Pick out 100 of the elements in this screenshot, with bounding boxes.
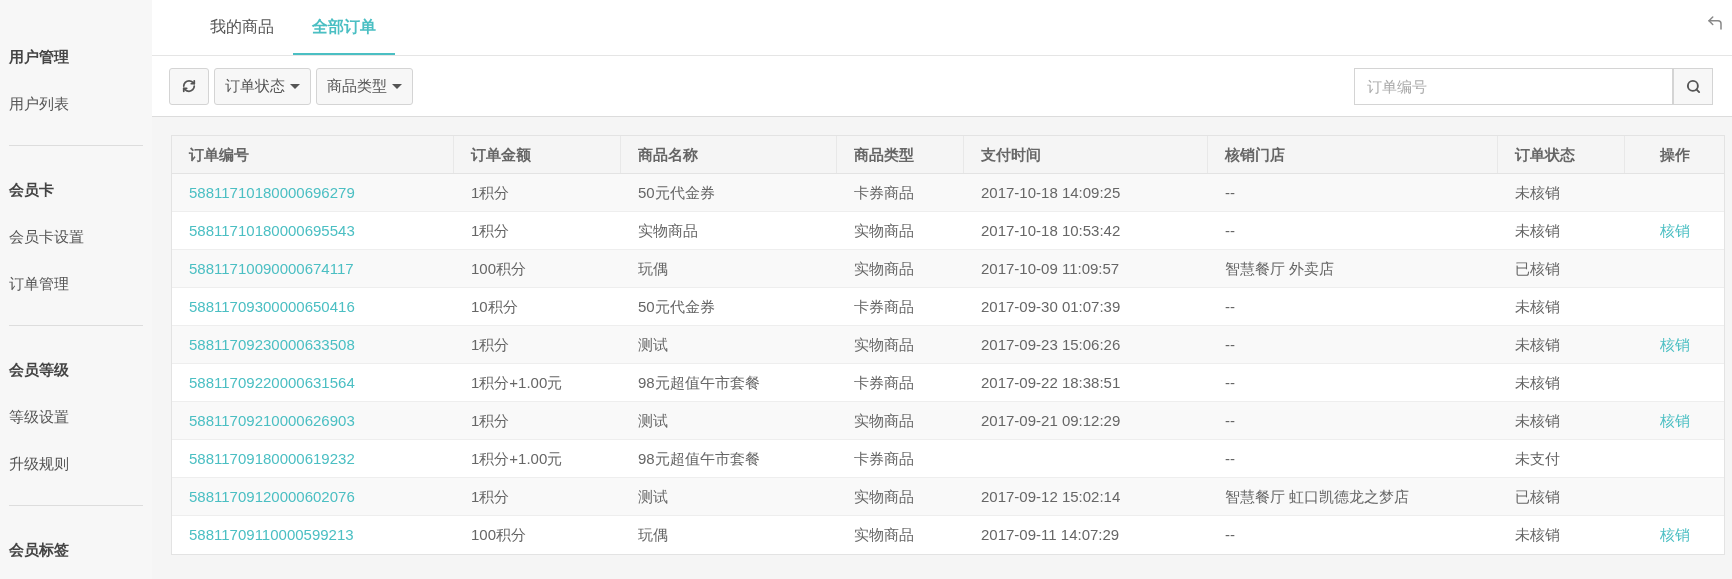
table-cell: 1积分: [471, 336, 510, 353]
table-cell: 实物商品: [854, 526, 914, 543]
tab[interactable]: 我的商品: [191, 0, 293, 55]
order-number-link[interactable]: 58811709110000599213: [189, 526, 354, 543]
table-cell: 10积分: [471, 298, 518, 315]
table-cell: 2017-09-11 14:07:29: [981, 526, 1120, 543]
column-header: 订单编号: [172, 136, 454, 173]
table-cell: 100积分: [471, 260, 527, 277]
table-cell: 实物商品: [854, 412, 914, 429]
table-cell: 1积分+1.00元: [471, 450, 563, 467]
refresh-button[interactable]: [169, 67, 209, 105]
order-number-link[interactable]: 58811710090000674117: [189, 260, 354, 277]
sidebar-heading: 会员卡: [9, 180, 55, 200]
table-cell: --: [1225, 336, 1235, 353]
column-header: 操作: [1659, 145, 1691, 165]
table-cell: 实物商品: [854, 222, 914, 239]
column-header: 核销门店: [1208, 136, 1498, 173]
order-number-link[interactable]: 58811709180000619232: [189, 450, 355, 467]
verify-link[interactable]: 核销: [1660, 336, 1690, 353]
table-cell: 2017-09-23 15:06:26: [981, 336, 1121, 353]
table-cell: 卡券商品: [854, 298, 914, 315]
table-cell: 实物商品: [854, 488, 914, 505]
sidebar-item[interactable]: 等级设置: [9, 393, 143, 440]
filter-dropdown[interactable]: 订单状态: [214, 67, 311, 105]
search-field[interactable]: 订单编号: [1354, 67, 1673, 105]
order-number-link[interactable]: 58811709300000650416: [189, 298, 355, 315]
column-header: 订单金额: [454, 136, 621, 173]
table-cell: 未核销: [1515, 184, 1560, 201]
table-cell: 2017-09-21 09:12:29: [981, 412, 1121, 429]
table-cell: 1积分: [471, 412, 510, 429]
table-cell: 测试: [638, 412, 668, 429]
table-cell: 测试: [638, 336, 668, 353]
sidebar-item[interactable]: 会员卡设置: [9, 213, 143, 260]
caret-icon: [290, 83, 300, 89]
sidebar-item[interactable]: 订单管理: [9, 260, 143, 307]
order-number-link[interactable]: 58811710180000696279: [189, 184, 355, 201]
table-cell: 已核销: [1515, 260, 1560, 277]
verify-link[interactable]: 核销: [1660, 222, 1690, 239]
table-cell: 2017-09-12 15:02:14: [981, 488, 1121, 505]
table-cell: 卡券商品: [854, 374, 914, 391]
table-cell: 实物商品: [854, 260, 914, 277]
table-cell: 2017-09-22 18:38:51: [981, 374, 1121, 391]
table-cell: 50元代金券: [638, 184, 715, 201]
table-cell: 测试: [638, 488, 668, 505]
table-cell: 2017-10-18 14:09:25: [981, 184, 1121, 201]
column-header: 商品类型: [837, 136, 964, 173]
table-cell: --: [1225, 184, 1235, 201]
table-cell: 100积分: [471, 526, 527, 543]
filter-dropdown[interactable]: 商品类型: [316, 67, 413, 105]
sidebar-item[interactable]: 升级规则: [9, 440, 143, 487]
table-cell: 已核销: [1515, 488, 1560, 505]
order-number-link[interactable]: 58811709120000602076: [189, 488, 355, 505]
table-cell: 未核销: [1515, 526, 1560, 543]
sidebar-heading: 会员等级: [9, 360, 70, 380]
verify-link[interactable]: 核销: [1660, 412, 1690, 429]
refresh-icon: [182, 79, 196, 93]
sidebar-heading: 会员标签: [9, 540, 70, 560]
back-icon[interactable]: [1706, 14, 1724, 32]
column-header: 订单状态: [1498, 136, 1625, 173]
table-cell: 卡券商品: [854, 450, 914, 467]
table-cell: 未核销: [1515, 374, 1560, 391]
search-button[interactable]: [1673, 67, 1713, 105]
table-cell: 智慧餐厅 虹口凯德龙之梦店: [1225, 488, 1410, 505]
table-cell: 98元超值午市套餐: [638, 450, 760, 467]
table-cell: 1积分: [471, 184, 510, 201]
table-cell: 50元代金券: [638, 298, 715, 315]
table-cell: 实物商品: [854, 336, 914, 353]
order-number-link[interactable]: 58811709220000631564: [189, 374, 355, 391]
table-cell: 未核销: [1515, 298, 1560, 315]
column-header: 商品名称: [621, 136, 837, 173]
verify-link[interactable]: 核销: [1660, 526, 1690, 543]
order-number-link[interactable]: 58811710180000695543: [189, 222, 355, 239]
table-cell: --: [1225, 412, 1235, 429]
table-cell: 1积分: [471, 488, 510, 505]
table-cell: 未支付: [1515, 450, 1560, 467]
caret-icon: [392, 83, 402, 89]
table-cell: 玩偶: [638, 526, 668, 543]
table-cell: --: [1225, 298, 1235, 315]
table-cell: 2017-10-18 10:53:42: [981, 222, 1121, 239]
table-cell: 智慧餐厅 外卖店: [1225, 260, 1335, 277]
table-cell: 1积分+1.00元: [471, 374, 563, 391]
order-number-link[interactable]: 58811709230000633508: [189, 336, 355, 353]
table-cell: --: [1225, 450, 1235, 467]
table-cell: 2017-09-30 01:07:39: [981, 298, 1121, 315]
search-icon: [1685, 78, 1701, 94]
table-cell: 未核销: [1515, 412, 1560, 429]
table-cell: 未核销: [1515, 336, 1560, 353]
table-cell: 2017-10-09 11:09:57: [981, 260, 1120, 277]
table-cell: 玩偶: [638, 260, 668, 277]
table-cell: --: [1225, 526, 1235, 543]
sidebar-item[interactable]: 用户列表: [9, 80, 143, 127]
order-number-link[interactable]: 58811709210000626903: [189, 412, 355, 429]
sidebar-heading: 用户管理: [9, 47, 70, 67]
table-cell: 1积分: [471, 222, 510, 239]
table-cell: --: [1225, 374, 1235, 391]
table-cell: 卡券商品: [854, 184, 914, 201]
table-cell: 未核销: [1515, 222, 1560, 239]
table-cell: 实物商品: [638, 222, 698, 239]
table-cell: 98元超值午市套餐: [638, 374, 760, 391]
table-cell: --: [1225, 222, 1235, 239]
